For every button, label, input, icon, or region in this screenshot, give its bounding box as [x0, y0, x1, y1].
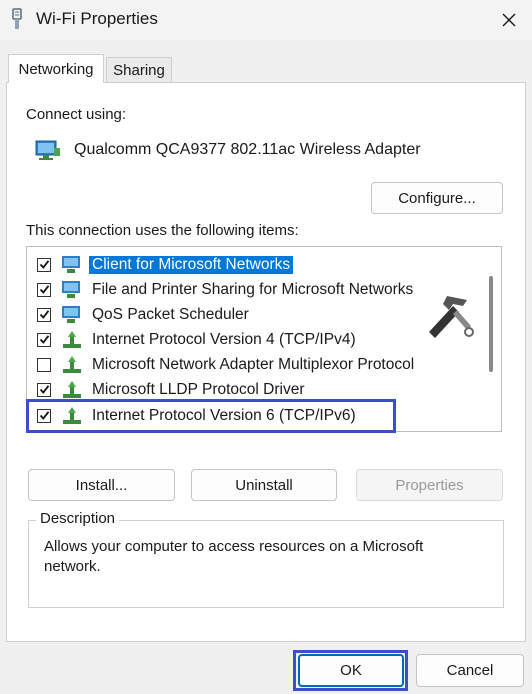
item-label: Microsoft LLDP Protocol Driver [92, 380, 305, 398]
network-client-icon [62, 305, 80, 323]
checkmark-icon [39, 260, 49, 269]
cancel-button[interactable]: Cancel [416, 654, 524, 687]
item-label: QoS Packet Scheduler [92, 305, 249, 323]
list-item[interactable]: Microsoft Network Adapter Multiplexor Pr… [27, 352, 477, 377]
item-checkbox[interactable] [37, 332, 51, 347]
protocol-icon [63, 355, 81, 373]
scrollbar-thumb[interactable] [489, 276, 493, 372]
ipv6-highlight-box [26, 399, 396, 433]
tab-networking[interactable]: Networking [8, 54, 104, 83]
description-legend: Description [36, 510, 120, 527]
item-checkbox[interactable] [37, 382, 51, 397]
checkmark-icon [39, 285, 49, 294]
network-client-icon [62, 280, 80, 298]
uninstall-button[interactable]: Uninstall [191, 469, 337, 501]
close-button[interactable] [486, 0, 532, 40]
protocol-icon [63, 380, 81, 398]
item-checkbox[interactable] [37, 257, 51, 272]
list-item[interactable]: File and Printer Sharing for Microsoft N… [27, 277, 477, 302]
network-adapter-icon [35, 140, 60, 160]
checkmark-icon [39, 335, 49, 344]
configure-button[interactable]: Configure... [371, 182, 503, 214]
item-label: Client for Microsoft Networks [89, 255, 294, 274]
item-checkbox[interactable] [37, 357, 51, 372]
item-label: Microsoft Network Adapter Multiplexor Pr… [92, 355, 415, 373]
ok-highlight-box [293, 650, 408, 691]
list-item[interactable]: QoS Packet Scheduler [27, 302, 477, 327]
item-label: Internet Protocol Version 4 (TCP/IPv4) [92, 330, 356, 348]
network-adapter-icon [12, 8, 22, 29]
description-text: Allows your computer to access resources… [44, 538, 424, 575]
network-client-icon [62, 255, 80, 273]
adapter-name: Qualcomm QCA9377 802.11ac Wireless Adapt… [74, 141, 421, 158]
list-item[interactable]: Internet Protocol Version 4 (TCP/IPv4) [27, 327, 477, 352]
tab-sharing[interactable]: Sharing [106, 57, 172, 83]
wrench-hammer-tools-icon [429, 296, 474, 338]
item-checkbox[interactable] [37, 282, 51, 297]
connect-using-label: Connect using: [26, 106, 127, 123]
adapter-display: Qualcomm QCA9377 802.11ac Wireless Adapt… [26, 130, 502, 170]
checkmark-icon [39, 385, 49, 394]
item-label: File and Printer Sharing for Microsoft N… [92, 280, 414, 298]
title-bar: Wi-Fi Properties [0, 0, 532, 40]
checkmark-icon [39, 310, 49, 319]
list-item[interactable]: Client for Microsoft Networks [27, 252, 477, 277]
close-icon [502, 13, 516, 27]
item-checkbox[interactable] [37, 307, 51, 322]
window-title: Wi-Fi Properties [36, 9, 158, 28]
properties-button[interactable]: Properties [356, 469, 503, 501]
protocol-icon [63, 330, 81, 348]
install-button[interactable]: Install... [28, 469, 175, 501]
items-label: This connection uses the following items… [26, 222, 299, 239]
